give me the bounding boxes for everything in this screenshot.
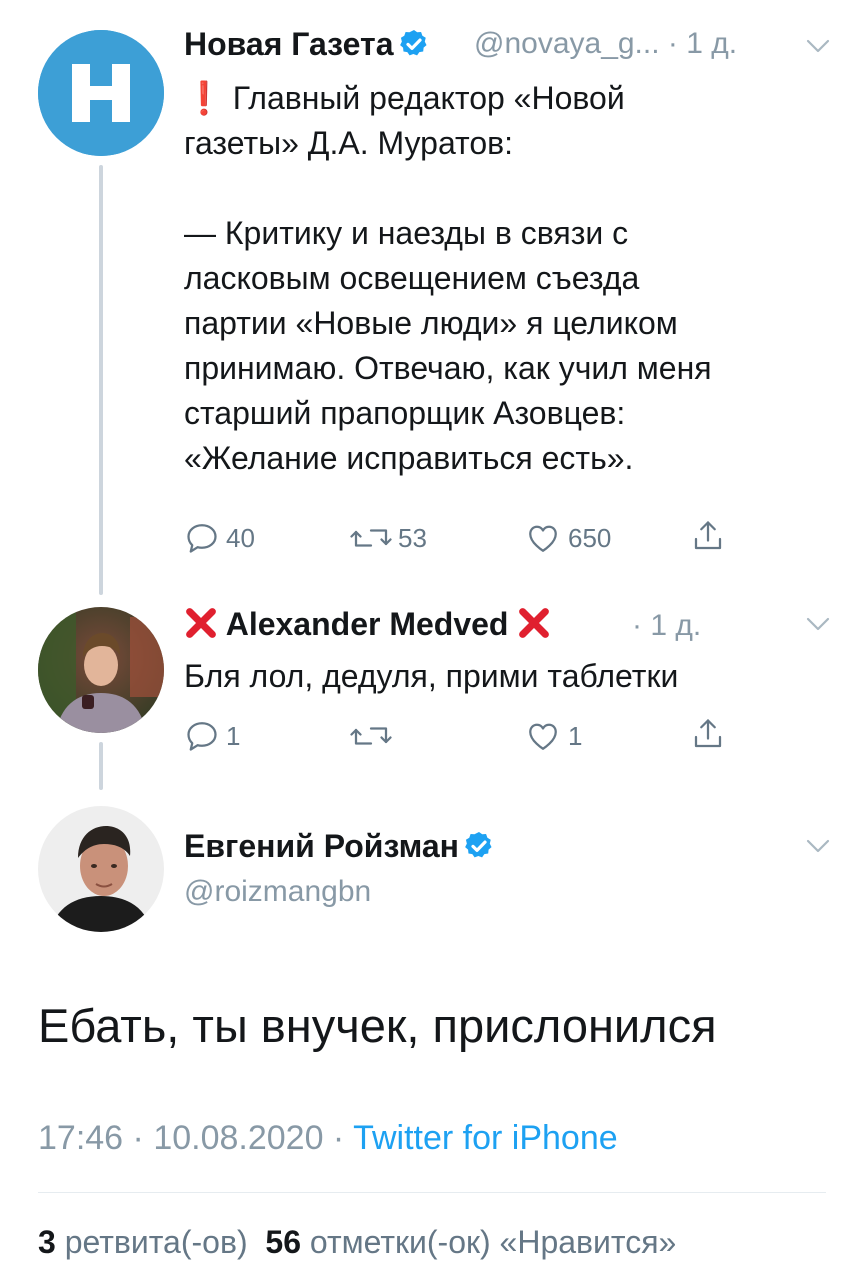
share-icon (694, 719, 722, 748)
avatar-roizman[interactable] (38, 806, 164, 932)
tweet1-time[interactable]: 1 д. (686, 27, 737, 60)
retweet-icon (350, 727, 392, 745)
red-x-emoji-icon (519, 608, 550, 638)
verified-badge-icon (399, 30, 427, 56)
avatar-alexander-medved[interactable] (38, 607, 164, 733)
tweet1-text-line1: ❗ Главный редактор «Новой (184, 80, 625, 116)
tweet1-like-button[interactable]: 650 (524, 518, 611, 558)
main-time: 17:46 (38, 1119, 124, 1157)
source-link[interactable]: Twitter for iPhone (353, 1119, 618, 1157)
reply-icon (187, 524, 217, 553)
tweet2-author-name[interactable]: Alexander Medved (226, 606, 509, 642)
retweet-icon (350, 529, 392, 547)
tweet2-share-button[interactable] (690, 714, 726, 754)
chevron-down-icon[interactable] (806, 616, 830, 632)
likes-stat[interactable]: 56 отметки(-ок) «Нравится» (265, 1224, 676, 1260)
verified-badge-icon (465, 832, 492, 858)
roizman-photo (38, 806, 164, 932)
tweet1-retweet-count: 53 (398, 522, 427, 553)
meta-dot-1: · (123, 1119, 154, 1157)
share-icon (694, 521, 722, 550)
tweet1-reply-button[interactable]: 40 (184, 518, 255, 558)
red-x-emoji-icon (186, 608, 216, 638)
thread-line-1 (99, 165, 103, 595)
tweet1-dot: · (667, 27, 687, 60)
main-handle[interactable]: @roizmangbn (184, 872, 371, 912)
meta-dot-2: · (323, 1119, 354, 1157)
tweet2-author-row[interactable]: Alexander Medved (184, 604, 551, 644)
like-count: 56 (265, 1224, 301, 1260)
novaya-gazeta-logo-icon (38, 30, 164, 156)
tweet1-retweet-button[interactable]: 53 (350, 518, 427, 558)
main-date: 10.08.2020 (153, 1119, 324, 1157)
tweet2-reply-count: 1 (226, 720, 241, 751)
tweet1-author-name[interactable]: Новая Газета (184, 26, 394, 62)
tweet2-like-button[interactable]: 1 (524, 716, 582, 756)
tweet1-handle-row: @novaya_g... · 1 д. (474, 24, 737, 64)
chevron-down-icon[interactable] (806, 38, 830, 54)
like-label: отметки(-ок) «Нравится» (309, 1224, 677, 1260)
main-stats: 3 ретвита(-ов) 56 отметки(-ок) «Нравится… (38, 1220, 676, 1264)
tweet1-author-row[interactable]: Новая Газета (184, 24, 430, 64)
divider (38, 1192, 826, 1193)
retweet-count: 3 (38, 1224, 56, 1260)
tweet2-like-count: 1 (568, 720, 583, 751)
heart-icon (529, 525, 557, 552)
tweet1-reply-count: 40 (226, 522, 255, 553)
tweet1-handle[interactable]: @novaya_g... (474, 27, 660, 60)
tweet2-text: Бля лол, дедуля, прими таблетки (184, 658, 679, 694)
tweet2-time-row: · 1 д. (632, 606, 701, 646)
main-tweet-text: Ебать, ты внучек, прислонился (38, 999, 717, 1052)
heart-icon (529, 723, 557, 750)
retweet-label: ретвита(-ов) (64, 1224, 248, 1260)
thread-line-2 (99, 742, 103, 790)
tweet1-text: газеты» Д.А. Муратов: — Критику и наезды… (184, 125, 712, 476)
main-author-name[interactable]: Евгений Ройзман (184, 828, 459, 864)
chevron-down-icon[interactable] (806, 838, 830, 854)
retweets-stat[interactable]: 3 ретвита(-ов) (38, 1224, 248, 1260)
reply-icon (187, 722, 217, 751)
tweet1-like-count: 650 (568, 522, 612, 553)
alexander-medved-photo (38, 607, 164, 733)
tweet2-retweet-button[interactable] (350, 716, 392, 756)
main-tweet-meta: 17:46 · 10.08.2020 · Twitter for iPhone (38, 1116, 618, 1160)
tweet1-share-button[interactable] (690, 516, 726, 556)
tweet2-dot: · (632, 609, 651, 642)
main-author-row[interactable]: Евгений Ройзман (184, 826, 495, 866)
tweet2-time[interactable]: 1 д. (650, 609, 701, 642)
tweet2-reply-button[interactable]: 1 (184, 716, 240, 756)
avatar-novaya-gazeta[interactable] (38, 30, 164, 156)
